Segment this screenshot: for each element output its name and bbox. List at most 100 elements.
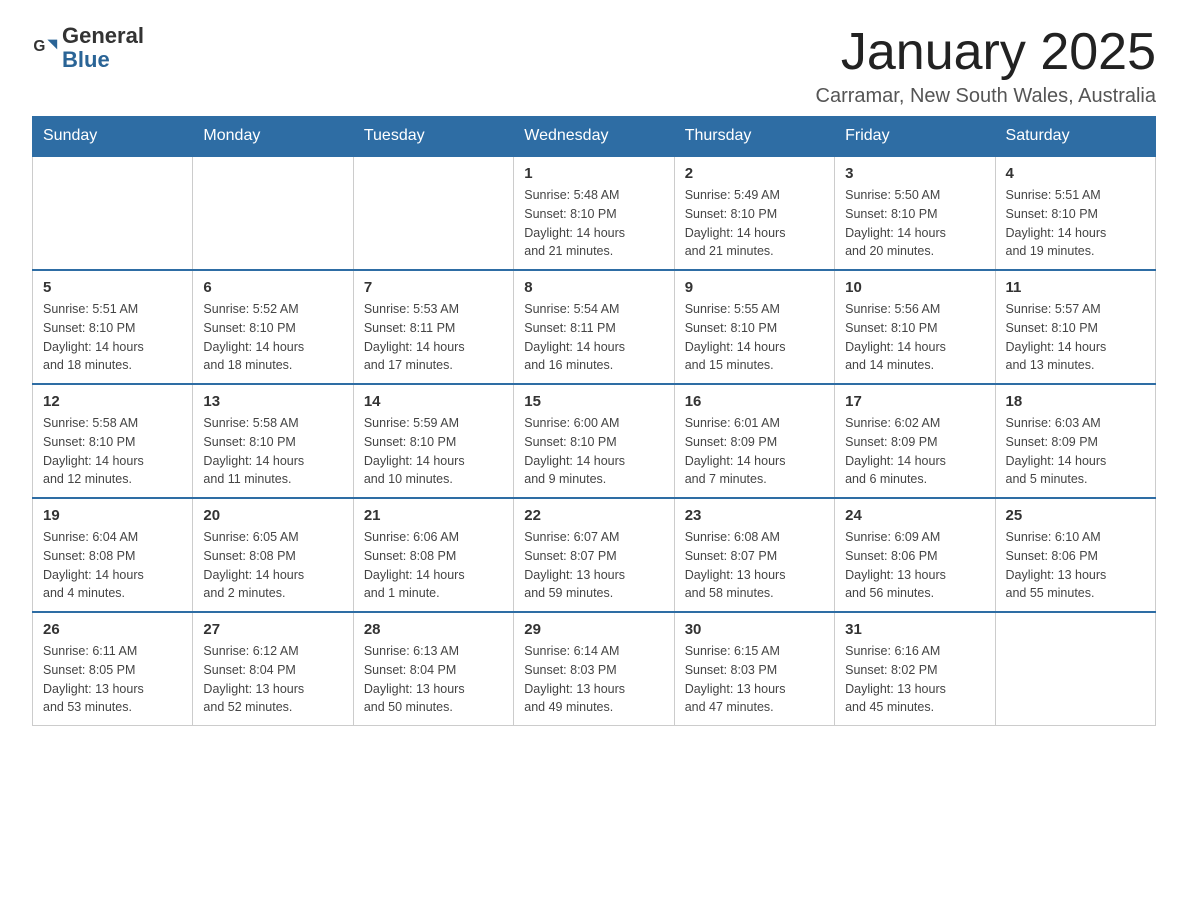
calendar-cell: 2 Sunrise: 5:49 AM Sunset: 8:10 PM Daylig… (674, 156, 834, 270)
calendar-cell (193, 156, 353, 270)
day-info: Sunrise: 6:03 AM Sunset: 8:09 PM Dayligh… (1006, 414, 1145, 489)
day-number: 2 (685, 165, 824, 182)
day-info: Sunrise: 5:52 AM Sunset: 8:10 PM Dayligh… (203, 300, 342, 375)
day-info: Sunrise: 5:48 AM Sunset: 8:10 PM Dayligh… (524, 186, 663, 261)
day-number: 10 (845, 279, 984, 296)
day-info: Sunrise: 6:08 AM Sunset: 8:07 PM Dayligh… (685, 528, 824, 603)
day-info: Sunrise: 6:15 AM Sunset: 8:03 PM Dayligh… (685, 642, 824, 717)
day-info: Sunrise: 6:11 AM Sunset: 8:05 PM Dayligh… (43, 642, 182, 717)
calendar-cell: 24 Sunrise: 6:09 AM Sunset: 8:06 PM Dayli… (835, 498, 995, 612)
week-row-5: 26 Sunrise: 6:11 AM Sunset: 8:05 PM Dayli… (33, 612, 1156, 726)
weekday-header-row: SundayMondayTuesdayWednesdayThursdayFrid… (33, 117, 1156, 157)
week-row-1: 1 Sunrise: 5:48 AM Sunset: 8:10 PM Daylig… (33, 156, 1156, 270)
day-number: 9 (685, 279, 824, 296)
calendar-cell: 17 Sunrise: 6:02 AM Sunset: 8:09 PM Dayli… (835, 384, 995, 498)
calendar-cell: 15 Sunrise: 6:00 AM Sunset: 8:10 PM Dayli… (514, 384, 674, 498)
day-number: 16 (685, 393, 824, 410)
calendar-cell: 7 Sunrise: 5:53 AM Sunset: 8:11 PM Daylig… (353, 270, 513, 384)
day-number: 23 (685, 507, 824, 524)
day-number: 1 (524, 165, 663, 182)
month-title: January 2025 (816, 24, 1157, 81)
day-info: Sunrise: 5:50 AM Sunset: 8:10 PM Dayligh… (845, 186, 984, 261)
calendar-cell: 25Sunrise: 6:10 AM Sunset: 8:06 PM Dayli… (995, 498, 1155, 612)
day-number: 24 (845, 507, 984, 524)
calendar-cell: 28 Sunrise: 6:13 AM Sunset: 8:04 PM Dayli… (353, 612, 513, 726)
day-info: Sunrise: 5:51 AM Sunset: 8:10 PM Dayligh… (43, 300, 182, 375)
calendar-cell: 30 Sunrise: 6:15 AM Sunset: 8:03 PM Dayli… (674, 612, 834, 726)
day-info: Sunrise: 6:01 AM Sunset: 8:09 PM Dayligh… (685, 414, 824, 489)
day-number: 26 (43, 621, 182, 638)
calendar-cell: 1 Sunrise: 5:48 AM Sunset: 8:10 PM Daylig… (514, 156, 674, 270)
calendar-cell: 9 Sunrise: 5:55 AM Sunset: 8:10 PM Daylig… (674, 270, 834, 384)
page-header: G General Blue January 2025 Carramar, Ne… (32, 24, 1156, 108)
generalblue-logo-icon: G (32, 34, 60, 62)
calendar-cell: 8 Sunrise: 5:54 AM Sunset: 8:11 PM Daylig… (514, 270, 674, 384)
day-info: Sunrise: 5:49 AM Sunset: 8:10 PM Dayligh… (685, 186, 824, 261)
weekday-header-monday: Monday (193, 117, 353, 157)
day-number: 17 (845, 393, 984, 410)
calendar-cell (995, 612, 1155, 726)
logo: G General Blue (32, 24, 144, 72)
day-number: 22 (524, 507, 663, 524)
day-number: 18 (1006, 393, 1145, 410)
title-area: January 2025 Carramar, New South Wales, … (816, 24, 1157, 108)
day-number: 31 (845, 621, 984, 638)
day-info: Sunrise: 5:51 AM Sunset: 8:10 PM Dayligh… (1006, 186, 1145, 261)
calendar-cell: 26 Sunrise: 6:11 AM Sunset: 8:05 PM Dayli… (33, 612, 193, 726)
day-number: 19 (43, 507, 182, 524)
day-number: 28 (364, 621, 503, 638)
day-info: Sunrise: 5:55 AM Sunset: 8:10 PM Dayligh… (685, 300, 824, 375)
day-info: Sunrise: 5:57 AM Sunset: 8:10 PM Dayligh… (1006, 300, 1145, 375)
calendar-cell: 11Sunrise: 5:57 AM Sunset: 8:10 PM Dayli… (995, 270, 1155, 384)
day-info: Sunrise: 5:59 AM Sunset: 8:10 PM Dayligh… (364, 414, 503, 489)
calendar-cell: 27 Sunrise: 6:12 AM Sunset: 8:04 PM Dayli… (193, 612, 353, 726)
day-info: Sunrise: 5:53 AM Sunset: 8:11 PM Dayligh… (364, 300, 503, 375)
day-info: Sunrise: 6:14 AM Sunset: 8:03 PM Dayligh… (524, 642, 663, 717)
day-info: Sunrise: 5:58 AM Sunset: 8:10 PM Dayligh… (203, 414, 342, 489)
day-number: 27 (203, 621, 342, 638)
day-info: Sunrise: 6:12 AM Sunset: 8:04 PM Dayligh… (203, 642, 342, 717)
calendar-cell: 19Sunrise: 6:04 AM Sunset: 8:08 PM Dayli… (33, 498, 193, 612)
day-number: 12 (43, 393, 182, 410)
day-info: Sunrise: 6:00 AM Sunset: 8:10 PM Dayligh… (524, 414, 663, 489)
day-number: 7 (364, 279, 503, 296)
logo-general-text: General Blue (62, 24, 144, 72)
day-info: Sunrise: 6:09 AM Sunset: 8:06 PM Dayligh… (845, 528, 984, 603)
calendar-cell (33, 156, 193, 270)
logo-blue-word: Blue (62, 47, 110, 72)
calendar-cell (353, 156, 513, 270)
day-number: 13 (203, 393, 342, 410)
day-number: 30 (685, 621, 824, 638)
day-info: Sunrise: 5:54 AM Sunset: 8:11 PM Dayligh… (524, 300, 663, 375)
calendar-cell: 5Sunrise: 5:51 AM Sunset: 8:10 PM Daylig… (33, 270, 193, 384)
day-number: 20 (203, 507, 342, 524)
calendar-cell: 14 Sunrise: 5:59 AM Sunset: 8:10 PM Dayli… (353, 384, 513, 498)
day-info: Sunrise: 6:16 AM Sunset: 8:02 PM Dayligh… (845, 642, 984, 717)
calendar-cell: 29 Sunrise: 6:14 AM Sunset: 8:03 PM Dayli… (514, 612, 674, 726)
day-number: 15 (524, 393, 663, 410)
day-info: Sunrise: 6:02 AM Sunset: 8:09 PM Dayligh… (845, 414, 984, 489)
day-number: 8 (524, 279, 663, 296)
calendar-cell: 21 Sunrise: 6:06 AM Sunset: 8:08 PM Dayli… (353, 498, 513, 612)
weekday-header-tuesday: Tuesday (353, 117, 513, 157)
day-info: Sunrise: 6:10 AM Sunset: 8:06 PM Dayligh… (1006, 528, 1145, 603)
day-info: Sunrise: 5:58 AM Sunset: 8:10 PM Dayligh… (43, 414, 182, 489)
calendar-cell: 12 Sunrise: 5:58 AM Sunset: 8:10 PM Dayli… (33, 384, 193, 498)
calendar-cell: 18 Sunrise: 6:03 AM Sunset: 8:09 PM Dayli… (995, 384, 1155, 498)
day-info: Sunrise: 6:07 AM Sunset: 8:07 PM Dayligh… (524, 528, 663, 603)
calendar-cell: 10Sunrise: 5:56 AM Sunset: 8:10 PM Dayli… (835, 270, 995, 384)
day-number: 14 (364, 393, 503, 410)
weekday-header-wednesday: Wednesday (514, 117, 674, 157)
day-info: Sunrise: 6:13 AM Sunset: 8:04 PM Dayligh… (364, 642, 503, 717)
weekday-header-sunday: Sunday (33, 117, 193, 157)
calendar-cell: 13 Sunrise: 5:58 AM Sunset: 8:10 PM Dayli… (193, 384, 353, 498)
day-number: 21 (364, 507, 503, 524)
calendar-cell: 22 Sunrise: 6:07 AM Sunset: 8:07 PM Dayli… (514, 498, 674, 612)
day-info: Sunrise: 6:06 AM Sunset: 8:08 PM Dayligh… (364, 528, 503, 603)
logo-general-word: General (62, 23, 144, 48)
svg-text:G: G (33, 38, 45, 55)
weekday-header-friday: Friday (835, 117, 995, 157)
weekday-header-saturday: Saturday (995, 117, 1155, 157)
week-row-2: 5Sunrise: 5:51 AM Sunset: 8:10 PM Daylig… (33, 270, 1156, 384)
day-number: 29 (524, 621, 663, 638)
